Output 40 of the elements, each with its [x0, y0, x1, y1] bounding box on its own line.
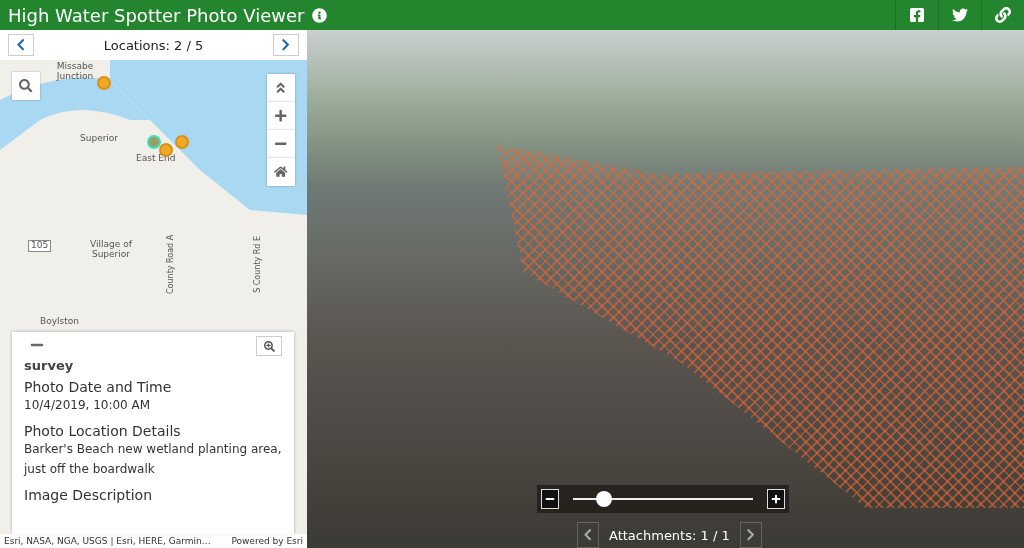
zoom-in-button[interactable]: [767, 489, 785, 509]
plus-icon: [771, 494, 781, 504]
field-label: Image Description: [24, 487, 154, 503]
map-marker[interactable]: [147, 135, 161, 149]
map-label: County Road A: [167, 234, 176, 294]
search-icon: [19, 79, 33, 93]
field-label: Photo Date and Time: [24, 379, 173, 395]
layer-title: survey: [24, 358, 75, 373]
map-label: Missabe Junction: [55, 62, 95, 82]
slider-thumb[interactable]: [595, 491, 612, 507]
field-label: Photo Location Details: [24, 423, 182, 439]
home-icon: [274, 165, 288, 179]
map-marker[interactable]: [97, 76, 111, 90]
map-marker[interactable]: [175, 135, 189, 149]
next-button[interactable]: [273, 34, 299, 56]
info-icon[interactable]: [312, 7, 328, 23]
collapse-button[interactable]: [267, 74, 295, 102]
powered-by-link[interactable]: Powered by Esri: [231, 536, 303, 546]
locations-counter: Locations: 2 / 5: [103, 37, 204, 53]
plus-icon: [274, 109, 288, 123]
search-button[interactable]: [12, 72, 40, 100]
facebook-icon: [909, 7, 925, 23]
field-value: 10/4/2019, 10:00 AM: [24, 397, 152, 414]
bird-icon: [952, 7, 968, 23]
map-label: S County Rd E: [254, 235, 263, 293]
attachments-counter: Attachments: 1 / 1: [609, 527, 730, 543]
field-value: Barker's Beach new wetland planting area, just off the boardwalk: [24, 441, 282, 478]
chain-link-icon: [995, 7, 1011, 23]
zoom-in-icon: [263, 340, 275, 352]
double-chevron-up-icon: [274, 81, 288, 95]
app-title: High Water Spotter Photo Viewer: [7, 4, 305, 26]
previous-button[interactable]: [8, 34, 34, 56]
zoom-to-button[interactable]: [256, 336, 282, 356]
map-label: Superior: [80, 134, 119, 144]
map-label: Village of Superior: [89, 240, 133, 260]
map-label: Boylston: [40, 317, 79, 327]
zoom-out-button[interactable]: [541, 489, 559, 509]
route-shield: 105: [28, 240, 52, 252]
home-button[interactable]: [267, 158, 295, 186]
attribution-text: Esri, NASA, NGA, USGS | Esri, HERE, Garmin…: [4, 536, 211, 546]
